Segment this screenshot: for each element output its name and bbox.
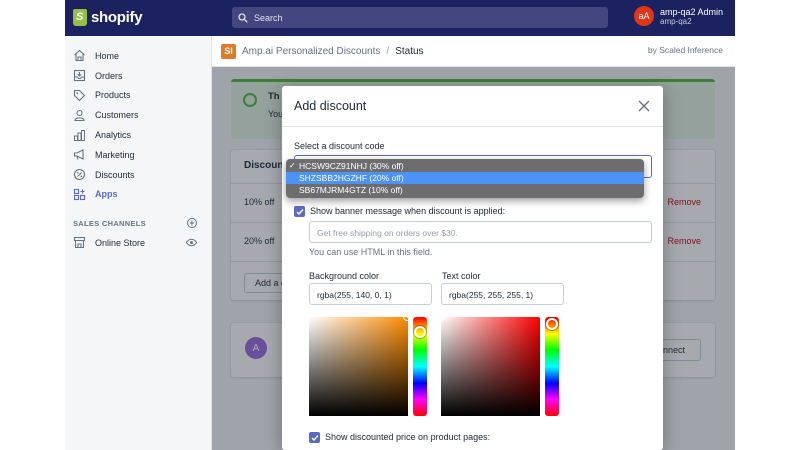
text-color-input[interactable]: rgba(255, 255, 255, 1) (441, 283, 564, 305)
logo-text: shopify (91, 9, 143, 26)
sidebar-item-apps[interactable]: Apps (65, 185, 211, 205)
breadcrumb-page: Status (395, 45, 424, 57)
option-label: SHZSBB2HGZHF (20% off) (299, 173, 404, 183)
sidebar-item-orders[interactable]: Orders (65, 66, 211, 86)
sales-channels-header: SALES CHANNELS + (65, 204, 211, 230)
sidebar-item-label: Customers (95, 110, 139, 121)
store-icon (73, 237, 86, 249)
user-menu[interactable]: aA amp-qa2 Admin amp-qa2 (634, 6, 723, 26)
sidebar-item-label: Products (95, 90, 131, 101)
banner-checkbox[interactable] (294, 206, 305, 217)
checkmark-icon: ✓ (289, 161, 296, 170)
bar-chart-icon (74, 129, 85, 141)
banner-message-input[interactable]: Get free shipping on orders over $30. (309, 221, 652, 243)
search-placeholder: Search (254, 12, 283, 23)
add-discount-modal: Add discount Select a discount code ✓ HC… (282, 86, 663, 450)
banner-help-text: You can use HTML in this field. (309, 247, 433, 257)
sidebar-item-home[interactable]: Home (65, 46, 211, 66)
shopify-logo[interactable]: shopify (73, 9, 143, 26)
text-color-square[interactable] (437, 313, 540, 416)
sidebar-item-label: Marketing (95, 149, 135, 160)
bg-color-handle[interactable] (403, 313, 411, 321)
apps-icon (73, 188, 86, 201)
close-icon[interactable] (637, 99, 651, 113)
top-bar: shopify Search aA amp-qa2 Admin amp-qa2 (65, 0, 735, 36)
bg-hue-handle[interactable] (414, 326, 426, 338)
price-checkbox[interactable] (309, 432, 320, 443)
modal-header: Add discount (282, 86, 663, 127)
main-content: SI Amp.ai Personalized Discounts / Statu… (212, 36, 735, 450)
discount-code-dropdown[interactable]: ✓ HCSW9CZ91NHJ (30% off) SHZSBB2HGZHF (2… (286, 159, 644, 198)
home-icon (74, 50, 85, 62)
eye-icon[interactable] (186, 237, 197, 248)
sidebar-item-label: Home (95, 50, 120, 61)
add-channel-icon[interactable]: + (187, 218, 197, 229)
option-label: HCSW9CZ91NHJ (30% off) (299, 161, 404, 171)
checkmark-icon (311, 434, 319, 441)
orders-icon (73, 70, 86, 82)
sidebar-item-products[interactable]: Products (65, 86, 211, 106)
user-name: amp-qa2 Admin (660, 6, 724, 17)
select-label: Select a discount code (294, 141, 385, 151)
dropdown-option[interactable]: SHZSBB2HGZHF (20% off) (286, 172, 644, 184)
app-header: SI Amp.ai Personalized Discounts / Statu… (212, 36, 735, 67)
breadcrumb-app[interactable]: Amp.ai Personalized Discounts (242, 46, 380, 57)
sidebar: Home Orders Products Customers Analytics… (65, 36, 212, 450)
bg-color-label: Background color (309, 271, 380, 281)
text-color-label: Text color (442, 271, 481, 281)
app-author: by Scaled Inference (647, 45, 723, 55)
user-store: amp-qa2 (660, 16, 692, 26)
text-color-handle[interactable] (437, 313, 445, 321)
sidebar-item-online-store[interactable]: Online Store (65, 230, 211, 249)
text-hue-handle[interactable] (546, 318, 558, 330)
sidebar-item-customers[interactable]: Customers (65, 105, 211, 125)
bg-hue-slider[interactable] (413, 317, 427, 416)
app-logo: SI (221, 43, 236, 59)
sidebar-item-discounts[interactable]: Discounts (65, 165, 211, 185)
sidebar-item-label: Apps (95, 189, 118, 200)
bg-color-input[interactable]: rgba(255, 140, 0, 1) (309, 283, 432, 305)
breadcrumb-separator: / (386, 45, 390, 57)
sidebar-item-label: Online Store (95, 237, 146, 248)
modal-title: Add discount (294, 99, 367, 113)
search-icon (238, 12, 248, 23)
dropdown-option[interactable]: SB67MJRM4GTZ (10% off) (286, 184, 644, 196)
sales-channels-label: SALES CHANNELS (73, 218, 146, 228)
checkmark-icon (296, 208, 304, 215)
tag-icon (73, 89, 86, 102)
discount-icon (73, 169, 86, 181)
bg-color-square[interactable] (309, 313, 411, 416)
sidebar-item-analytics[interactable]: Analytics (65, 125, 211, 145)
search-bar[interactable]: Search (232, 7, 608, 28)
sidebar-item-label: Analytics (95, 130, 132, 141)
avatar: aA (634, 6, 654, 26)
price-checkbox-label: Show discounted price on product pages: (325, 432, 491, 442)
app-frame: shopify Search aA amp-qa2 Admin amp-qa2 … (65, 0, 735, 450)
sidebar-item-marketing[interactable]: Marketing (65, 145, 211, 165)
banner-checkbox-label: Show banner message when discount is app… (310, 206, 506, 216)
text-hue-slider[interactable] (545, 317, 559, 416)
sidebar-item-label: Orders (95, 70, 123, 81)
sidebar-item-label: Discounts (95, 169, 135, 180)
option-label: SB67MJRM4GTZ (10% off) (299, 185, 403, 195)
person-icon (74, 109, 85, 121)
dropdown-option[interactable]: ✓ HCSW9CZ91NHJ (30% off) (286, 160, 644, 172)
megaphone-icon (73, 149, 84, 161)
shopify-bag-icon (73, 9, 87, 26)
